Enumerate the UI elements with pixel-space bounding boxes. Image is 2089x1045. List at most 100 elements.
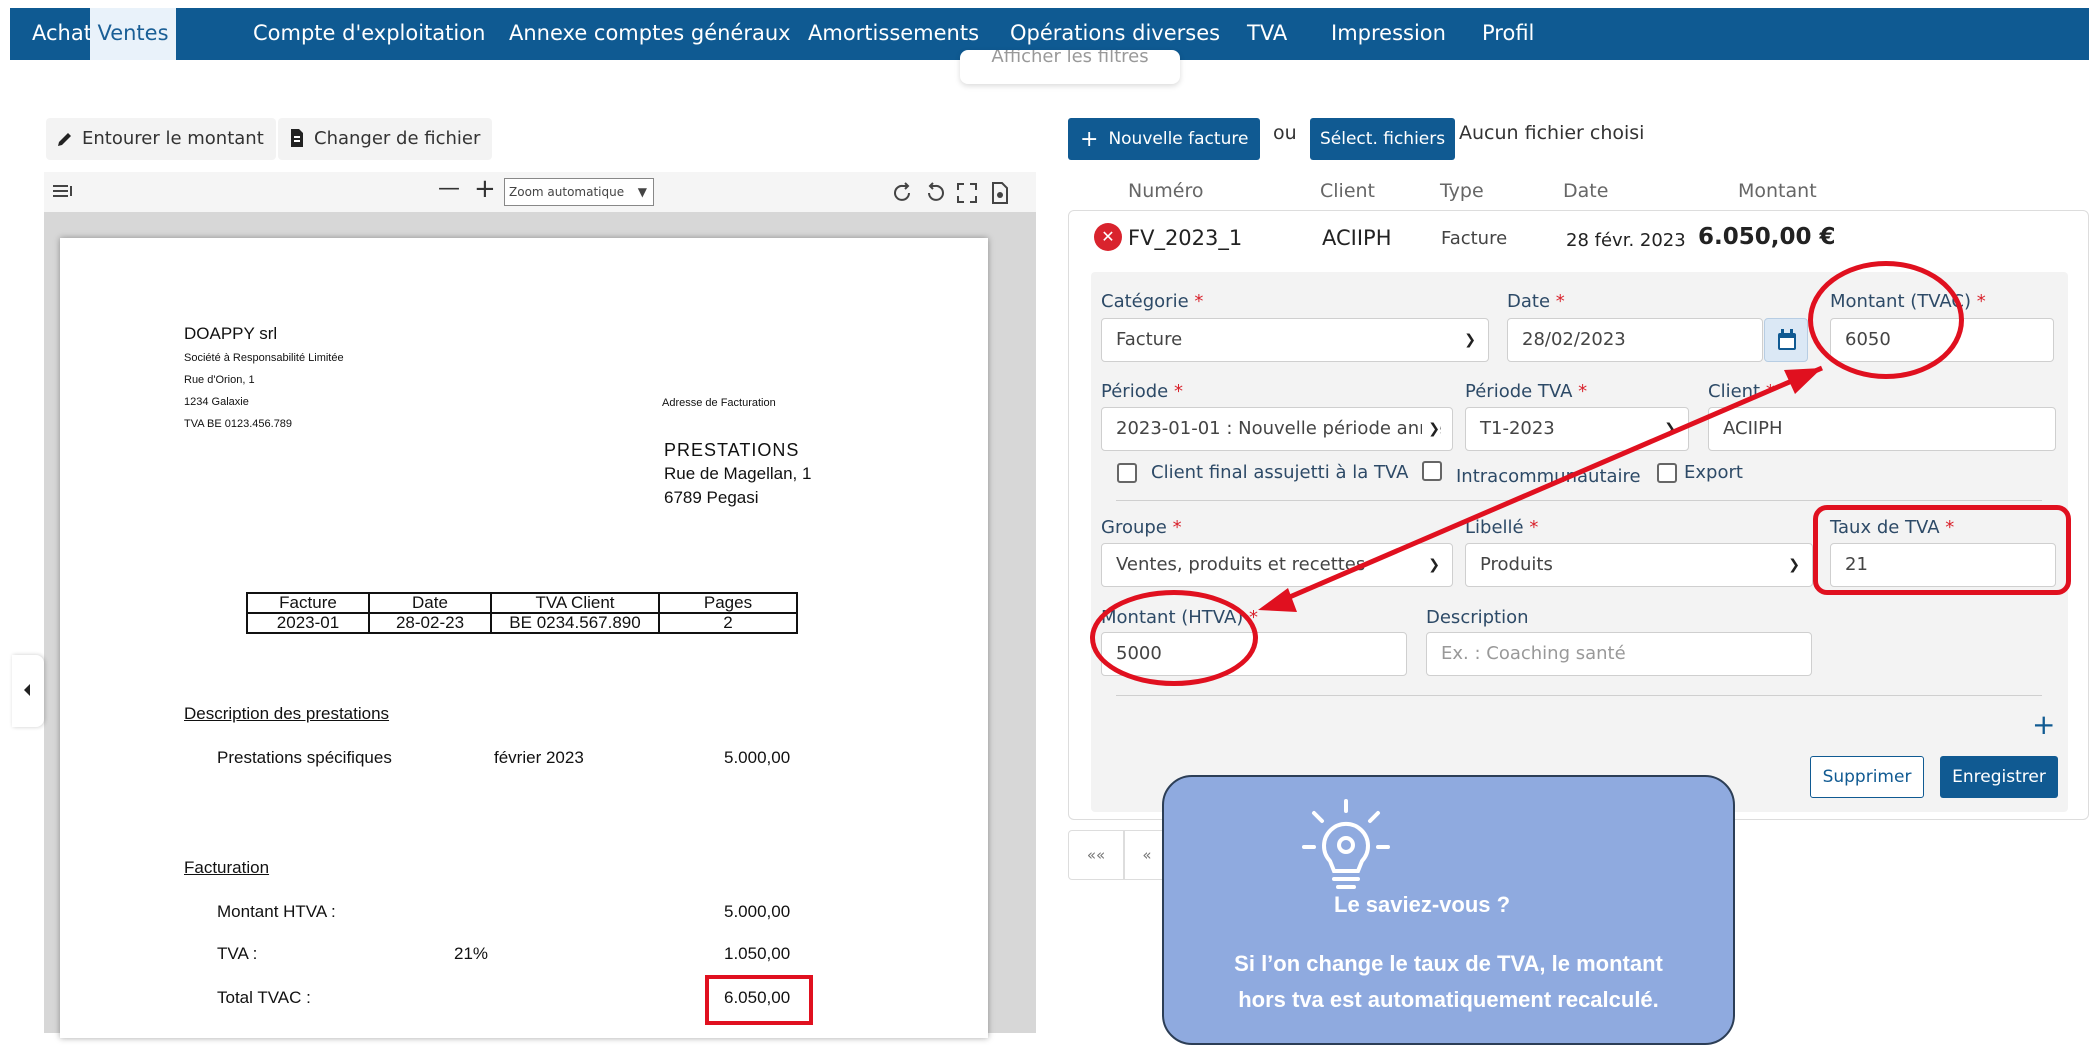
col-header-number: Numéro bbox=[1128, 180, 1204, 202]
tab-profil[interactable]: Profil bbox=[1482, 8, 1534, 60]
invoice-number[interactable]: FV_2023_1 bbox=[1128, 226, 1242, 250]
required-marker: * bbox=[1976, 291, 1986, 312]
doc-vat: TVA BE 0123.456.789 bbox=[184, 418, 293, 430]
table-cell: 2 bbox=[658, 612, 798, 634]
group-label: Groupe * bbox=[1101, 517, 1182, 538]
invoice-type: Facture bbox=[1441, 228, 1508, 249]
doc-tva-rate: 21% bbox=[454, 944, 489, 963]
collapse-panel-button[interactable] bbox=[12, 655, 44, 727]
outline-amount-button[interactable]: Entourer le montant bbox=[46, 118, 276, 160]
table-header-row: Facture Date TVA Client Pages bbox=[246, 592, 798, 614]
doc-tva-value: 1.050,00 bbox=[724, 944, 791, 963]
date-label: Date * bbox=[1507, 291, 1565, 312]
group-label-text: Groupe bbox=[1101, 517, 1167, 538]
add-line-button[interactable]: + bbox=[2032, 708, 2055, 741]
doc-client-street: Rue de Magellan, 1 bbox=[664, 464, 812, 483]
table-cell: 2023-01 bbox=[246, 612, 370, 634]
zoom-select[interactable]: Zoom automatique ▼ bbox=[504, 178, 654, 206]
lightbulb-icon bbox=[1302, 799, 1390, 889]
zoom-select-value: Zoom automatique bbox=[509, 185, 625, 199]
divider bbox=[1116, 695, 2042, 696]
tab-tva[interactable]: TVA bbox=[1247, 8, 1287, 60]
document-properties-icon[interactable] bbox=[990, 181, 1010, 205]
invoice-date: 28 févr. 2023 bbox=[1566, 230, 1686, 251]
table-row: 2023-01 28-02-23 BE 0234.567.890 2 bbox=[246, 612, 798, 634]
sidebar-toggle-icon[interactable] bbox=[52, 184, 74, 200]
change-file-button[interactable]: Changer de fichier bbox=[278, 118, 493, 160]
doc-client-city: 6789 Pegasi bbox=[664, 488, 759, 507]
table-header: Facture bbox=[246, 592, 370, 614]
delete-button[interactable]: Supprimer bbox=[1810, 756, 1924, 798]
tip-title: Le saviez-vous ? bbox=[1334, 892, 1511, 917]
plus-icon: + bbox=[1080, 127, 1099, 152]
rotate-cw-icon[interactable] bbox=[892, 182, 914, 204]
htva-highlight-ring bbox=[1090, 590, 1258, 686]
doc-billing-title: Facturation bbox=[184, 858, 270, 877]
caret-left-icon bbox=[24, 684, 30, 696]
col-header-type: Type bbox=[1440, 180, 1484, 202]
table-header: Date bbox=[368, 592, 492, 614]
pdf-page: DOAPPY srl Société à Responsabilité Limi… bbox=[60, 238, 988, 1038]
table-header: Pages bbox=[658, 592, 798, 614]
category-label: Catégorie * bbox=[1101, 291, 1203, 312]
col-header-client: Client bbox=[1320, 180, 1376, 202]
period-label: Période * bbox=[1101, 381, 1183, 402]
chevron-down-icon: ▼ bbox=[637, 185, 647, 199]
table-cell: 28-02-23 bbox=[368, 612, 492, 634]
doc-desc-title: Description des prestations bbox=[184, 704, 390, 723]
required-marker: * bbox=[1555, 291, 1565, 312]
doc-desc-amount: 5.000,00 bbox=[724, 748, 791, 767]
doc-billing-label: Adresse de Facturation bbox=[662, 397, 776, 409]
or-label: ou bbox=[1273, 122, 1297, 144]
tab-amortissements[interactable]: Amortissements bbox=[808, 8, 979, 60]
remove-invoice-icon[interactable]: ✕ bbox=[1094, 223, 1122, 251]
tab-impression[interactable]: Impression bbox=[1331, 8, 1446, 60]
category-value: Facture bbox=[1116, 329, 1183, 350]
select-files-button[interactable]: Sélect. fichiers bbox=[1310, 118, 1456, 160]
doc-company: DOAPPY srl bbox=[184, 324, 278, 343]
change-file-label: Changer de fichier bbox=[314, 128, 481, 149]
pdf-toolbar: — + Zoom automatique ▼ bbox=[44, 172, 1036, 212]
table-cell: BE 0234.567.890 bbox=[490, 612, 660, 634]
period-label-text: Période bbox=[1101, 381, 1169, 402]
pencil-icon bbox=[58, 133, 71, 146]
double-arrow-icon bbox=[1258, 365, 1823, 612]
filters-tooltip: Afficher les filtres bbox=[960, 50, 1180, 84]
required-marker: * bbox=[1172, 517, 1182, 538]
doc-street: Rue d'Orion, 1 bbox=[184, 374, 255, 386]
pager-first-button[interactable]: «« bbox=[1068, 830, 1124, 880]
outline-amount-label: Entourer le montant bbox=[82, 128, 264, 149]
tab-ventes[interactable]: Ventes bbox=[90, 8, 176, 60]
doc-desc-item: Prestations spécifiques bbox=[217, 748, 392, 767]
calendar-icon bbox=[1778, 329, 1796, 350]
category-label-text: Catégorie bbox=[1101, 291, 1189, 312]
description-input[interactable]: Ex. : Coaching santé bbox=[1426, 632, 1812, 676]
tip-box: Le saviez-vous ? Si l’on change le taux … bbox=[1162, 775, 1735, 1045]
new-invoice-button[interactable]: + Nouvelle facture bbox=[1068, 118, 1261, 160]
invoice-amount: 6.050,00 € bbox=[1698, 224, 1836, 250]
doc-tva-label: TVA : bbox=[217, 944, 258, 963]
tip-text-line1: Si l’on change le taux de TVA, le montan… bbox=[1234, 951, 1663, 976]
rotate-ccw-icon[interactable] bbox=[924, 182, 946, 204]
doc-total-label: Total TVAC : bbox=[217, 988, 311, 1007]
doc-invoice-table: Facture Date TVA Client Pages 2023-01 28… bbox=[246, 592, 798, 634]
invoice-client: ACIIPH bbox=[1322, 226, 1392, 250]
doc-desc-period: février 2023 bbox=[494, 748, 584, 767]
save-button[interactable]: Enregistrer bbox=[1940, 756, 2058, 798]
fullscreen-icon[interactable] bbox=[956, 182, 978, 204]
doc-city: 1234 Galaxie bbox=[184, 396, 249, 408]
new-invoice-label: Nouvelle facture bbox=[1108, 129, 1249, 149]
doc-htva-label: Montant HTVA : bbox=[217, 902, 336, 921]
no-file-label: Aucun fichier choisi bbox=[1459, 122, 1645, 144]
col-header-date: Date bbox=[1563, 180, 1609, 202]
required-marker: * bbox=[1173, 381, 1183, 402]
zoom-in-button[interactable]: + bbox=[474, 174, 496, 204]
tab-annexe-comptes[interactable]: Annexe comptes généraux bbox=[509, 8, 791, 60]
doc-htva-value: 5.000,00 bbox=[724, 902, 791, 921]
zoom-out-button[interactable]: — bbox=[438, 176, 460, 201]
tab-compte-exploitation[interactable]: Compte d'exploitation bbox=[253, 8, 485, 60]
file-swap-icon bbox=[291, 129, 303, 147]
doc-total-value: 6.050,00 bbox=[724, 988, 791, 1007]
required-marker: * bbox=[1194, 291, 1204, 312]
client-final-checkbox[interactable] bbox=[1117, 463, 1137, 483]
